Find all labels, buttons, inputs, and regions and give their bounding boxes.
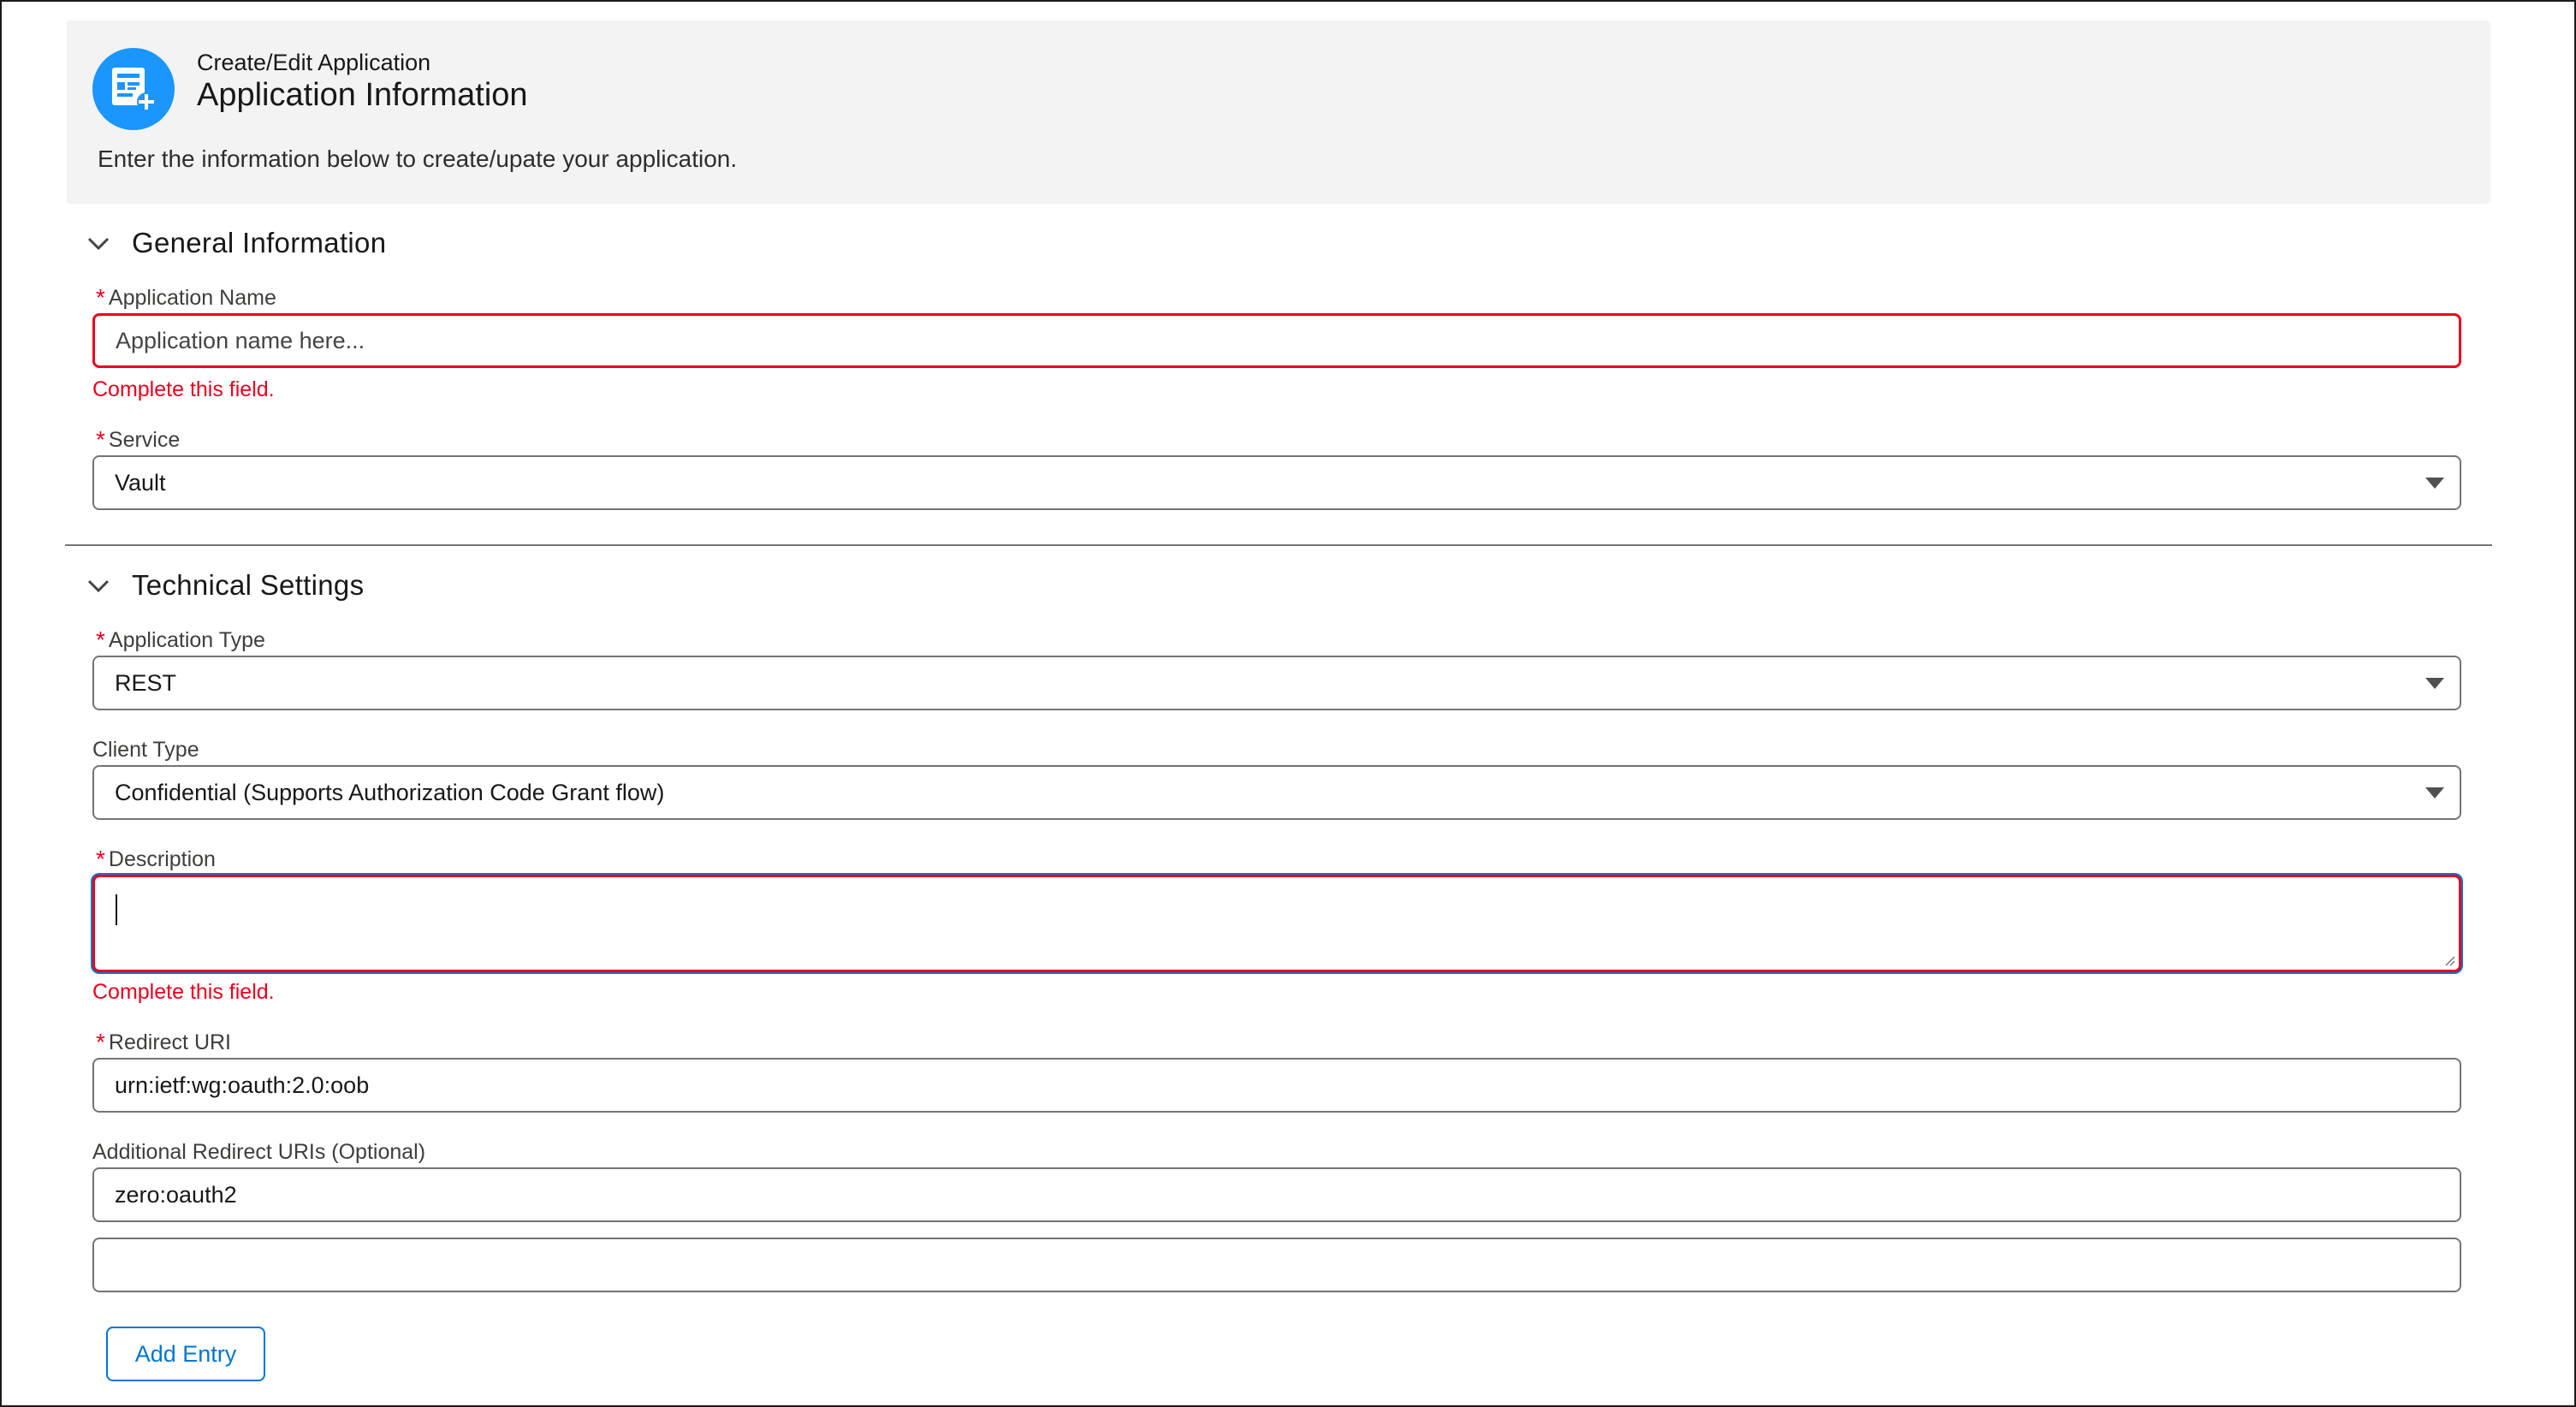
main-content: Create/Edit Application Application Info… xyxy=(65,21,2492,1292)
application-name-field: * Application Name Application name here… xyxy=(92,282,2461,406)
additional-redirect-label: Additional Redirect URIs (Optional) xyxy=(92,1140,426,1164)
text-cursor xyxy=(116,894,117,925)
redirect-uri-input[interactable]: urn:ietf:wg:oauth:2.0:oob xyxy=(92,1058,2461,1113)
required-marker: * xyxy=(96,1029,105,1055)
section-title: Technical Settings xyxy=(132,569,365,601)
description-label: Description xyxy=(108,847,216,871)
dropdown-caret-icon xyxy=(2425,787,2444,798)
application-type-value: REST xyxy=(115,669,177,696)
add-entry-button[interactable]: Add Entry xyxy=(106,1327,265,1381)
header-eyebrow: Create/Edit Application xyxy=(197,50,431,75)
description-error: Complete this field. xyxy=(92,980,275,1004)
service-select[interactable]: Vault xyxy=(92,455,2461,510)
application-name-error: Complete this field. xyxy=(92,377,275,401)
chevron-down-icon xyxy=(86,230,111,256)
page-header: Create/Edit Application Application Info… xyxy=(67,21,2490,204)
section-toggle-technical[interactable]: Technical Settings xyxy=(67,546,2490,625)
redirect-uri-field: * Redirect URI urn:ietf:wg:oauth:2.0:oob xyxy=(92,1027,2461,1113)
service-label: Service xyxy=(108,428,181,452)
application-name-input[interactable]: Application name here... xyxy=(92,313,2461,368)
additional-redirect-value: zero:oauth2 xyxy=(115,1181,237,1208)
dropdown-caret-icon xyxy=(2425,478,2444,489)
dropdown-caret-icon xyxy=(2425,678,2444,689)
chevron-down-icon xyxy=(86,573,111,598)
application-type-field: * Application Type REST xyxy=(92,625,2461,710)
description-textarea[interactable] xyxy=(92,875,2461,972)
application-type-select[interactable]: REST xyxy=(92,656,2461,710)
app-form-add-icon xyxy=(92,48,175,130)
service-field: * Service Vault xyxy=(92,424,2461,510)
field-label: * Application Type xyxy=(92,625,2461,656)
field-label: * Redirect URI xyxy=(92,1027,2461,1058)
section-toggle-general[interactable]: General Information xyxy=(67,204,2490,282)
application-name-label: Application Name xyxy=(108,286,276,310)
service-value: Vault xyxy=(115,469,166,496)
field-label: Client Type xyxy=(92,734,2461,765)
client-type-select[interactable]: Confidential (Supports Authorization Cod… xyxy=(92,765,2461,820)
field-label: * Application Name xyxy=(92,282,2461,313)
section-title: General Information xyxy=(132,227,387,258)
client-type-field: Client Type Confidential (Supports Autho… xyxy=(92,734,2461,820)
required-marker: * xyxy=(96,284,105,311)
app-frame: Create/Edit Application Application Info… xyxy=(0,0,2576,1407)
field-label: * Service xyxy=(92,424,2461,455)
page-description: Enter the information below to create/up… xyxy=(98,145,738,172)
client-type-value: Confidential (Supports Authorization Cod… xyxy=(115,779,665,805)
resize-handle-icon[interactable] xyxy=(2443,954,2455,966)
application-type-label: Application Type xyxy=(108,628,265,652)
field-label: Additional Redirect URIs (Optional) xyxy=(92,1137,2461,1167)
field-label: * Description xyxy=(92,844,2461,875)
required-marker: * xyxy=(96,426,105,453)
redirect-uri-label: Redirect URI xyxy=(108,1030,231,1054)
section-technical-settings: Technical Settings * Application Type RE… xyxy=(67,546,2490,1292)
description-field: * Description Complete this field. xyxy=(92,844,2461,1008)
additional-redirect-input[interactable]: zero:oauth2 xyxy=(92,1167,2461,1222)
page-title: Application Information xyxy=(197,77,528,113)
application-name-placeholder: Application name here... xyxy=(116,327,365,353)
redirect-uri-value: urn:ietf:wg:oauth:2.0:oob xyxy=(115,1072,370,1098)
client-type-label: Client Type xyxy=(92,738,199,762)
required-marker: * xyxy=(96,846,105,872)
additional-redirect-input[interactable] xyxy=(92,1238,2461,1292)
section-general-information: General Information * Application Name A… xyxy=(65,204,2492,546)
required-marker: * xyxy=(96,626,105,653)
additional-redirect-field: Additional Redirect URIs (Optional) zero… xyxy=(92,1137,2461,1292)
